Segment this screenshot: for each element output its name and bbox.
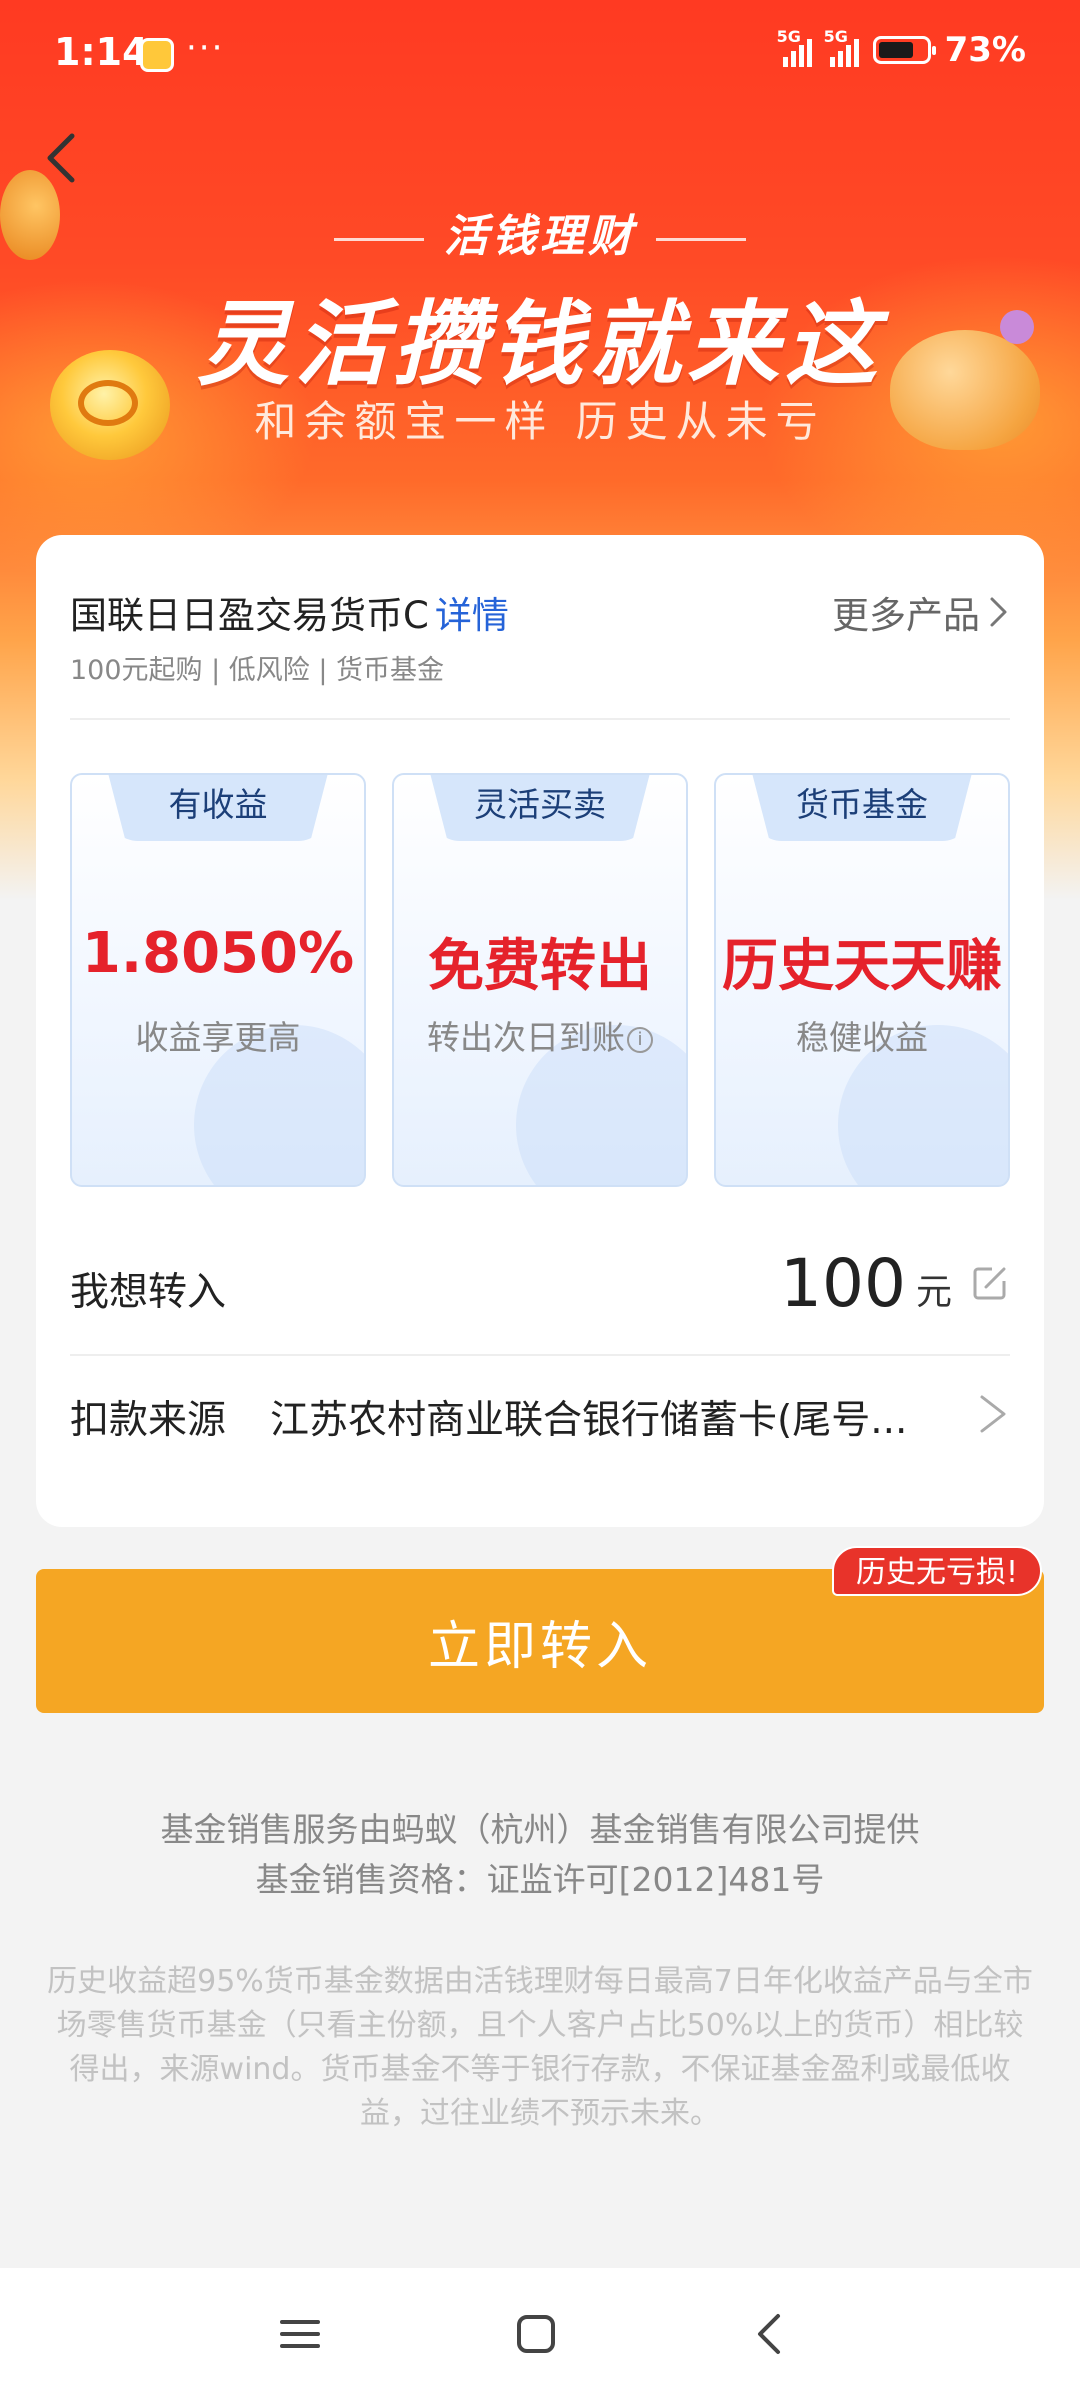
feature-caption-text: 转出次日到账 bbox=[427, 1018, 625, 1057]
payment-source-row[interactable]: 扣款来源 江苏农村商业联合银行储蓄卡(尾号... bbox=[70, 1385, 1010, 1465]
provider-line: 基金销售服务由蚂蚁（杭州）基金销售有限公司提供 bbox=[160, 1810, 920, 1849]
signal-icon: 5G bbox=[777, 27, 812, 67]
battery-icon bbox=[872, 36, 936, 64]
product-detail-link[interactable]: 详情 bbox=[435, 594, 509, 637]
notification-icon bbox=[140, 38, 174, 72]
feature-tab: 灵活买卖 bbox=[430, 775, 650, 841]
feature-value: 历史天天赚 bbox=[722, 934, 1002, 999]
product-card: 国联日日盈交易货币C 详情 更多产品 100元起购 | 低风险 | 货币基金 有收… bbox=[36, 535, 1044, 1527]
transfer-amount-value[interactable]: 100 bbox=[780, 1245, 906, 1322]
back-icon[interactable] bbox=[740, 2304, 800, 2364]
feature-tab: 货币基金 bbox=[752, 775, 972, 841]
license-line: 基金销售资格：证监许可[2012]481号 bbox=[255, 1860, 825, 1899]
feature-value: 1.8050% bbox=[81, 921, 355, 986]
transfer-amount-row[interactable]: 我想转入 100 元 bbox=[70, 1245, 1010, 1325]
hero-kicker: 活钱理财 bbox=[0, 200, 1080, 264]
hero-title: 灵活攒钱就来这 bbox=[196, 291, 883, 398]
more-products-label: 更多产品 bbox=[832, 594, 980, 637]
feature-caption: 转出次日到账 i bbox=[394, 1011, 686, 1059]
divider bbox=[70, 1354, 1010, 1356]
feature-caption: 收益享更高 bbox=[135, 1018, 301, 1057]
feature-card-flexible: 灵活买卖 免费转出 转出次日到账 i bbox=[392, 773, 688, 1187]
transfer-amount-label: 我想转入 bbox=[70, 1270, 227, 1315]
signal-label: 5G bbox=[823, 27, 848, 46]
payment-source-value: 江苏农村商业联合银行储蓄卡(尾号... bbox=[270, 1398, 908, 1443]
status-time: 1:14 bbox=[54, 30, 149, 74]
signal-icon: 5G bbox=[824, 27, 859, 67]
more-products-link[interactable]: 更多产品 bbox=[832, 585, 1010, 639]
more-notifications-icon: ··· bbox=[186, 28, 225, 68]
feature-value: 免费转出 bbox=[428, 934, 652, 999]
no-loss-badge: 历史无亏损! bbox=[832, 1546, 1043, 1596]
product-meta: 100元起购 | 低风险 | 货币基金 bbox=[70, 655, 445, 686]
chevron-right-icon bbox=[980, 1395, 1006, 1433]
hero-subtitle: 和余额宝一样 历史从未亏 bbox=[254, 397, 826, 446]
feature-card-yield: 有收益 1.8050% 收益享更高 bbox=[70, 773, 366, 1187]
disclaimer-text: 历史收益超95%货币基金数据由活钱理财每日最高7日年化收益产品与全市场零售货币基… bbox=[47, 1964, 1033, 2131]
payment-source-label: 扣款来源 bbox=[70, 1398, 227, 1443]
feature-caption: 稳健收益 bbox=[796, 1018, 928, 1057]
divider bbox=[70, 718, 1010, 720]
edit-icon[interactable] bbox=[970, 1263, 1010, 1303]
hero-kicker-text: 活钱理财 bbox=[444, 211, 636, 262]
status-bar: 1:14 ··· 5G 5G 73% bbox=[0, 0, 1080, 108]
signal-label: 5G bbox=[776, 27, 801, 46]
feature-card-fund: 货币基金 历史天天赚 稳健收益 bbox=[714, 773, 1010, 1187]
product-header: 国联日日盈交易货币C 详情 更多产品 bbox=[70, 585, 1010, 645]
chevron-right-icon bbox=[990, 597, 1007, 627]
provider-info: 基金销售服务由蚂蚁（杭州）基金销售有限公司提供 基金销售资格：证监许可[2012… bbox=[0, 1805, 1080, 1905]
status-indicators: 5G 5G 73% bbox=[777, 27, 1026, 70]
battery-percent: 73% bbox=[944, 30, 1026, 70]
transfer-amount-unit: 元 bbox=[915, 1272, 952, 1313]
product-name: 国联日日盈交易货币C 详情 bbox=[70, 585, 509, 639]
menu-icon[interactable] bbox=[270, 2304, 330, 2364]
product-name-text: 国联日日盈交易货币C bbox=[70, 594, 429, 637]
system-nav-bar bbox=[0, 2268, 1080, 2400]
info-icon[interactable]: i bbox=[627, 1026, 653, 1053]
feature-tab: 有收益 bbox=[108, 775, 328, 841]
home-icon[interactable] bbox=[506, 2304, 566, 2364]
